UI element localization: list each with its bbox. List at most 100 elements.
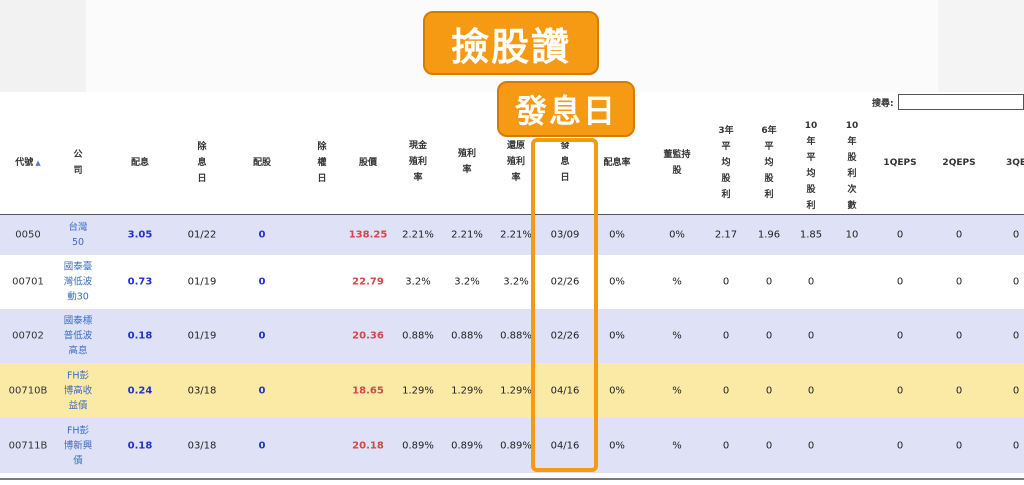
- column-header-count10[interactable]: 10 年 股 利 次 數: [846, 118, 859, 214]
- cell-yield: 0.88%: [451, 330, 483, 342]
- table-row[interactable]: 00711B FH彭 博新興 債 0.18 03/18 0 20.18 0.89% 0.89%…: [0, 418, 1024, 473]
- cell-avg6: 0: [765, 330, 773, 342]
- cell-board: %: [672, 276, 682, 288]
- cell-avg3: 0: [722, 440, 730, 451]
- sort-ascending-icon[interactable]: ▲: [35, 159, 40, 167]
- column-header-name[interactable]: 公 司: [73, 147, 82, 179]
- cell-code: 00710B: [8, 385, 48, 396]
- cell-restoreyield: 2.21%: [500, 229, 532, 241]
- column-header-price[interactable]: 股價: [359, 155, 377, 171]
- column-header-label: 3QE: [1005, 158, 1024, 168]
- column-header-label: 董監持 股: [663, 150, 691, 176]
- cell-avg3: 0: [722, 330, 730, 342]
- cell-restoreyield: 0.88%: [500, 330, 532, 342]
- cell-exdate: 01/19: [187, 276, 217, 288]
- cell-q1eps: 0: [896, 276, 904, 288]
- column-header-avg6[interactable]: 6年 平 均 股 利: [761, 123, 776, 203]
- column-header-avg3[interactable]: 3年 平 均 股 利: [718, 123, 733, 203]
- column-header-q1eps[interactable]: 1QEPS: [883, 155, 916, 171]
- cell-stockdiv: 0: [258, 385, 266, 396]
- cell-div: 0.24: [127, 385, 153, 396]
- cell-yield: 3.2%: [454, 276, 480, 288]
- cell-avg3: 2.17: [714, 229, 738, 241]
- cell-div: 0.18: [127, 440, 153, 451]
- cell-stockdiv: 0: [258, 330, 266, 342]
- cell-avg6: 1.96: [757, 229, 781, 241]
- cell-name[interactable]: FH彭 博新興 債: [64, 423, 93, 468]
- column-header-div[interactable]: 配息: [131, 155, 149, 171]
- table-row[interactable]: 00702 國泰標 普低波 高息 0.18 01/19 0 20.36 0.88% 0.88%…: [0, 309, 1024, 363]
- cell-price: 138.25: [348, 229, 388, 241]
- column-header-cashyield[interactable]: 現金 殖利 率: [409, 138, 427, 186]
- cell-payratio: 0%: [609, 330, 625, 342]
- cell-q2eps: 0: [955, 440, 963, 451]
- cell-avg3: 0: [722, 276, 730, 288]
- cell-avg10: 0: [807, 276, 815, 288]
- cell-name[interactable]: FH彭 博高收 益債: [64, 368, 93, 413]
- cell-code: 00702: [12, 330, 44, 342]
- cell-exdate: 03/18: [187, 385, 217, 396]
- cell-payratio: 0%: [609, 440, 625, 451]
- cell-yield: 0.89%: [451, 440, 483, 451]
- column-header-q3eps[interactable]: 3QE: [1006, 155, 1024, 171]
- cell-board: 0%: [669, 229, 685, 241]
- cell-avg10: 0: [807, 330, 815, 342]
- cell-code: 0050: [15, 229, 41, 241]
- cell-price: 22.79: [352, 276, 384, 288]
- cell-stockdiv: 0: [258, 276, 266, 288]
- cell-q1eps: 0: [896, 385, 904, 396]
- cell-cashyield: 3.2%: [405, 276, 431, 288]
- column-header-label: 3年 平 均 股 利: [718, 126, 734, 200]
- cell-cashyield: 0.88%: [402, 330, 434, 342]
- cell-price: 18.65: [352, 385, 384, 396]
- column-header-board[interactable]: 董監持 股: [663, 147, 690, 179]
- column-header-q2eps[interactable]: 2QEPS: [942, 155, 975, 171]
- cell-restoreyield: 0.89%: [500, 440, 532, 451]
- cell-payratio: 0%: [609, 276, 625, 288]
- cell-avg6: 0: [765, 276, 773, 288]
- header-shade-right: [938, 0, 1024, 92]
- cell-div: 0.73: [127, 276, 153, 288]
- cell-code: 00701: [12, 276, 44, 288]
- column-header-yield[interactable]: 殖利 率: [458, 146, 476, 178]
- table-row[interactable]: 0050 台灣 50 3.05 01/22 0 138.25 2.21% 2.21% 2.21%…: [0, 215, 1024, 255]
- column-header-label: 1QEPS: [883, 158, 917, 168]
- cell-exdate: 03/18: [187, 440, 217, 451]
- cell-name[interactable]: 台灣 50: [68, 220, 87, 250]
- column-header-payratio[interactable]: 配息率: [603, 155, 630, 171]
- cell-avg10: 1.85: [799, 229, 823, 241]
- column-header-label: 6年 平 均 股 利: [761, 126, 777, 200]
- cell-q3eps: 0: [1012, 229, 1020, 241]
- column-header-avg10[interactable]: 10 年 平 均 股 利: [805, 118, 818, 214]
- cell-stockdiv: 0: [258, 440, 266, 451]
- column-header-label: 配息率: [603, 158, 631, 168]
- pay-date-highlight: [531, 138, 598, 472]
- header-shade-left: [0, 0, 86, 92]
- cell-board: %: [672, 440, 682, 451]
- cell-yield: 2.21%: [451, 229, 483, 241]
- cell-count10: 10: [845, 229, 859, 241]
- table-row[interactable]: 00701 國泰臺 灣低波 動30 0.73 01/19 0 22.79 3.2% 3.2% 3…: [0, 255, 1024, 309]
- cell-name[interactable]: 國泰標 普低波 高息: [64, 314, 93, 359]
- search-input[interactable]: [897, 94, 1024, 110]
- cell-q1eps: 0: [896, 440, 904, 451]
- column-header-label: 10 年 平 均 股 利: [804, 121, 818, 211]
- cell-name[interactable]: 國泰臺 灣低波 動30: [64, 260, 93, 305]
- cell-avg6: 0: [765, 385, 773, 396]
- cell-code: 00711B: [8, 440, 48, 451]
- cell-cashyield: 0.89%: [402, 440, 434, 451]
- cell-cashyield: 1.29%: [402, 385, 434, 396]
- column-header-stockdiv[interactable]: 配股: [253, 155, 271, 171]
- column-header-label: 10 年 股 利 次 數: [845, 121, 859, 211]
- column-header-restoreyield[interactable]: 還原 殖利 率: [507, 138, 525, 186]
- column-header-label: 配股: [252, 158, 272, 168]
- column-header-code[interactable]: 代號 ▲: [15, 155, 40, 171]
- column-header-label: 除 權 日: [317, 142, 327, 184]
- column-header-exright[interactable]: 除 權 日: [317, 139, 326, 187]
- cell-exdate: 01/22: [187, 229, 217, 241]
- column-header-exdate[interactable]: 除 息 日: [197, 139, 206, 187]
- table-row[interactable]: 00710B FH彭 博高收 益債 0.24 03/18 0 18.65 1.29% 1.29…: [0, 363, 1024, 418]
- cell-q3eps: 0: [1012, 276, 1020, 288]
- cell-exdate: 01/19: [187, 330, 217, 342]
- table-bottom-border: [0, 478, 1024, 480]
